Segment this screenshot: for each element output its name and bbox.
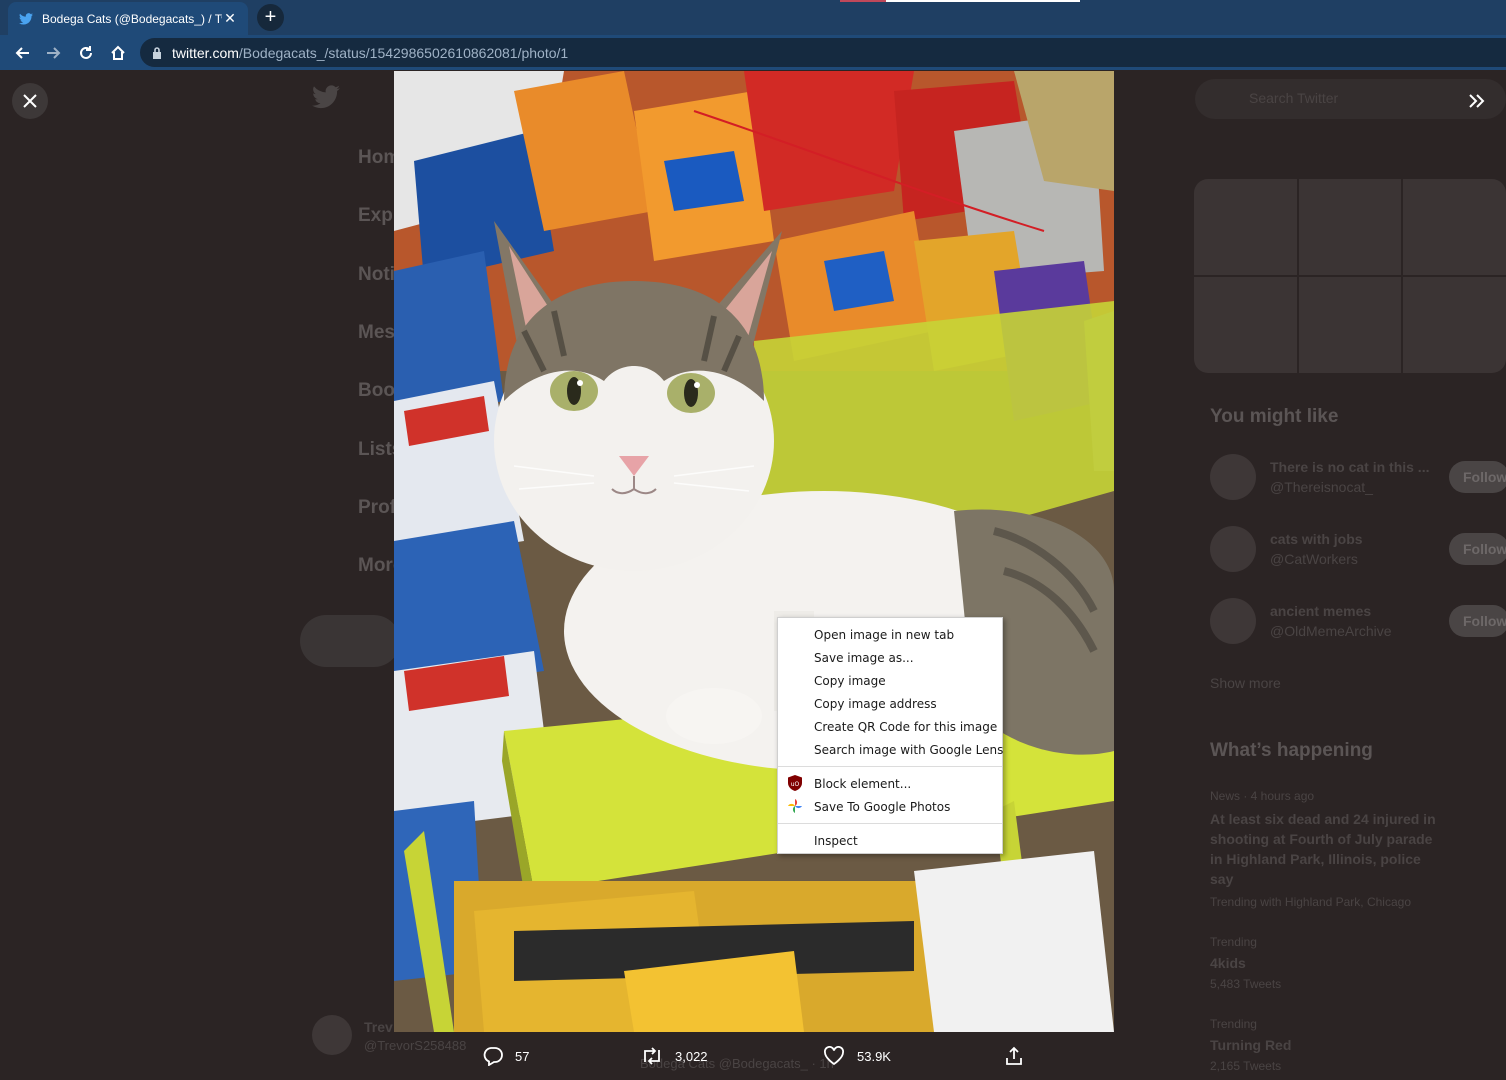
whats-happening-heading: What’s happening (1210, 740, 1373, 761)
new-tab-button[interactable]: + (257, 4, 284, 31)
heart-icon (823, 1046, 845, 1066)
trend-title[interactable]: At least six dead and 24 injured in shoo… (1210, 809, 1440, 889)
trend-title[interactable]: 4kids (1210, 955, 1246, 971)
image-context-menu: Open image in new tab Save image as... C… (777, 617, 1003, 854)
tab-title: Bodega Cats (@Bodegacats_) / Tw (42, 11, 222, 26)
trend-title[interactable]: Turning Red (1210, 1037, 1291, 1053)
trend-meta: News · 4 hours ago (1210, 789, 1315, 803)
show-more-link[interactable]: Show more (1210, 675, 1281, 691)
menu-block-element-label: Block element... (814, 776, 912, 791)
home-button[interactable] (104, 39, 132, 67)
menu-save-google-photos[interactable]: Save To Google Photos (778, 795, 1002, 818)
you-might-like-heading: You might like (1210, 406, 1339, 427)
avatar[interactable] (1210, 526, 1256, 572)
cat-photo-illustration (394, 71, 1114, 1032)
toggle-sidebar-button[interactable] (1459, 83, 1495, 119)
reload-button[interactable] (72, 39, 100, 67)
menu-separator (778, 766, 1002, 767)
menu-inspect[interactable]: Inspect (778, 829, 1002, 852)
suggestion-name[interactable]: There is no cat in this ... (1270, 459, 1429, 475)
close-viewer-button[interactable] (12, 83, 48, 119)
suggestion-handle: @Thereisnocat_ (1270, 479, 1373, 495)
search-placeholder: Search Twitter (1249, 90, 1339, 106)
twitter-bird-icon (18, 11, 34, 27)
follow-button[interactable]: Follow (1449, 533, 1506, 565)
menu-block-element[interactable]: uO Block element... (778, 772, 1002, 795)
profile-media-grid[interactable] (1194, 179, 1506, 373)
menu-separator (778, 823, 1002, 824)
follow-button[interactable]: Follow (1449, 605, 1506, 637)
trend-sub: Trending with Highland Park, Chicago (1210, 895, 1411, 909)
menu-search-google-lens[interactable]: Search image with Google Lens (778, 738, 1003, 761)
photo-action-bar: 57 3,022 53.9K (394, 1040, 1114, 1072)
url-path: /Bodegacats_/status/1542986502610862081/… (238, 44, 569, 61)
tab-close-icon[interactable]: ✕ (222, 10, 238, 27)
svg-text:uO: uO (791, 781, 800, 788)
reply-author[interactable]: Trev (364, 1019, 393, 1035)
other-window-edge-accent (840, 0, 886, 2)
suggestion-handle: @CatWorkers (1270, 551, 1358, 567)
browser-toolbar: twitter.com/Bodegacats_/status/154298650… (0, 35, 1506, 106)
suggestion-name[interactable]: ancient memes (1270, 603, 1371, 619)
reply-count: 57 (515, 1048, 530, 1064)
avatar[interactable] (1210, 598, 1256, 644)
reply-icon (483, 1046, 503, 1066)
home-icon (111, 45, 125, 60)
reload-icon (80, 46, 92, 59)
suggestion-name[interactable]: cats with jobs (1270, 531, 1363, 547)
url-host: twitter.com (172, 44, 239, 61)
forward-arrow-icon (47, 47, 61, 59)
trend-meta: Trending (1210, 1017, 1257, 1031)
ublock-shield-icon: uO (787, 775, 803, 791)
close-icon (23, 94, 37, 108)
retweet-count: 3,022 (675, 1048, 708, 1064)
menu-copy-image[interactable]: Copy image (778, 669, 1002, 692)
menu-save-google-photos-label: Save To Google Photos (814, 799, 951, 814)
tweet-button[interactable] (300, 615, 400, 667)
double-chevron-right-icon (1469, 94, 1485, 108)
tweet-photo[interactable] (394, 71, 1114, 1032)
back-button[interactable] (8, 39, 36, 67)
retweet-icon (641, 1046, 663, 1066)
forward-button[interactable] (40, 39, 68, 67)
follow-button[interactable]: Follow (1449, 461, 1506, 493)
share-icon (1004, 1046, 1024, 1066)
lock-icon (152, 46, 162, 59)
suggestion-handle: @OldMemeArchive (1270, 623, 1392, 639)
menu-save-image-as[interactable]: Save image as... (778, 646, 1002, 669)
menu-create-qr-code[interactable]: Create QR Code for this image (778, 715, 1002, 738)
menu-open-image-new-tab[interactable]: Open image in new tab (778, 623, 1002, 646)
avatar[interactable] (1210, 454, 1256, 500)
browser-tab-bar: Bodega Cats (@Bodegacats_) / Tw ✕ + (0, 0, 1506, 35)
browser-tab[interactable]: Bodega Cats (@Bodegacats_) / Tw ✕ (8, 2, 248, 35)
back-arrow-icon (15, 47, 29, 59)
menu-copy-image-address[interactable]: Copy image address (778, 692, 1002, 715)
avatar[interactable] (312, 1015, 352, 1055)
trend-sub: 5,483 Tweets (1210, 977, 1282, 991)
share-button[interactable] (1004, 1040, 1036, 1072)
reply-button[interactable]: 57 (483, 1040, 529, 1072)
trend-sub: 2,165 Tweets (1210, 1059, 1282, 1073)
trend-meta: Trending (1210, 935, 1257, 949)
address-bar[interactable]: twitter.com/Bodegacats_/status/154298650… (140, 38, 1506, 67)
google-photos-icon (787, 798, 803, 814)
retweet-button[interactable]: 3,022 (641, 1040, 708, 1072)
twitter-logo-icon (312, 85, 340, 109)
like-count: 53.9K (857, 1048, 891, 1064)
like-button[interactable]: 53.9K (823, 1040, 891, 1072)
